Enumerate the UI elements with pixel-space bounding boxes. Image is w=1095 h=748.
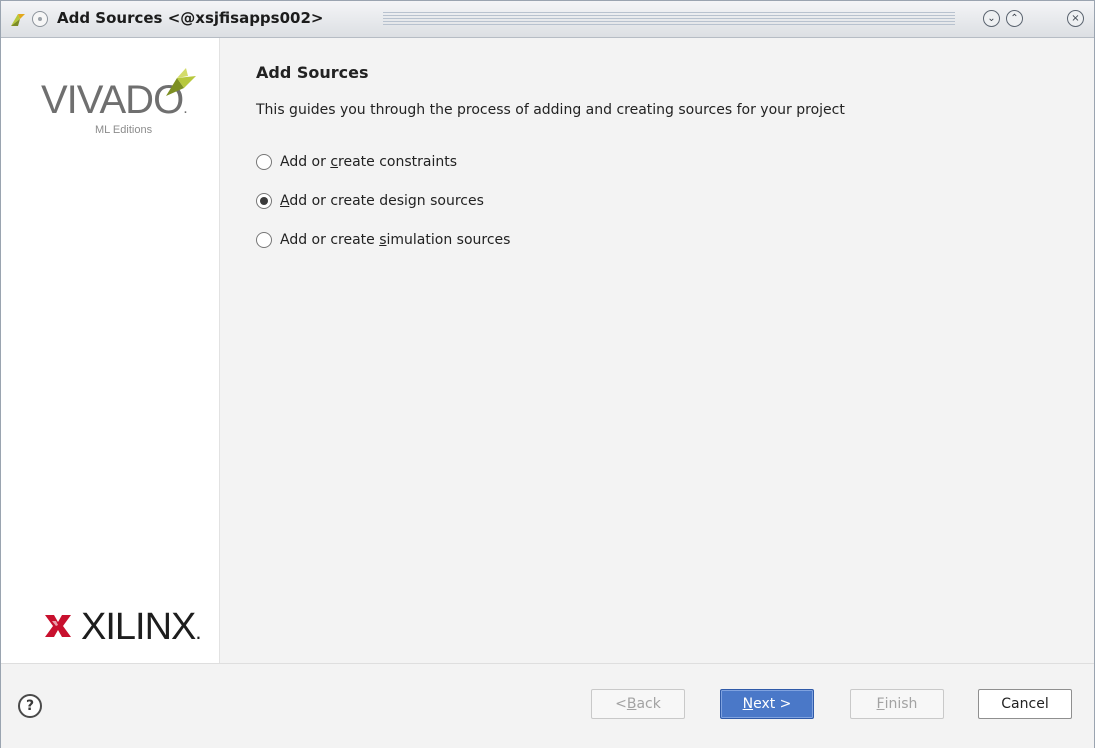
next-button[interactable]: Next > — [720, 689, 814, 719]
vivado-app-icon — [11, 14, 25, 26]
back-button[interactable]: < Back — [591, 689, 685, 719]
vivado-edition-text: ML Editions — [95, 124, 153, 136]
window-title: Add Sources <@xsjfisapps002> — [57, 9, 324, 27]
xilinx-logo-icon — [45, 615, 71, 637]
radio-add-design-sources[interactable]: Add or create design sources — [256, 190, 484, 212]
cancel-button[interactable]: Cancel — [978, 689, 1072, 719]
wizard-content: Add Sources This guides you through the … — [220, 38, 1094, 663]
finish-button[interactable]: Finish — [850, 689, 944, 719]
page-title: Add Sources — [256, 63, 369, 82]
xilinx-logo-text: XILINX. — [81, 606, 202, 648]
help-icon[interactable]: ? — [18, 694, 42, 718]
title-bar-grip — [383, 12, 955, 25]
minimize-icon[interactable]: ⌄ — [983, 10, 1000, 27]
radio-button-icon[interactable] — [256, 232, 272, 248]
radio-button-icon[interactable] — [256, 154, 272, 170]
add-sources-dialog: Add Sources <@xsjfisapps002> ⌄ ⌃ × VIVAD… — [0, 0, 1095, 748]
radio-add-constraints[interactable]: Add or create constraints — [256, 151, 457, 173]
window-menu-icon[interactable] — [32, 11, 48, 27]
radio-label: Add or create design sources — [280, 193, 484, 209]
page-description: This guides you through the process of a… — [256, 102, 845, 118]
radio-button-selected-icon[interactable] — [256, 193, 272, 209]
radio-add-simulation-sources[interactable]: Add or create simulation sources — [256, 229, 510, 251]
branding-sidebar: VIVADO. ML Editions XILINX. — [1, 38, 220, 663]
close-icon[interactable]: × — [1067, 10, 1084, 27]
title-bar[interactable]: Add Sources <@xsjfisapps002> ⌄ ⌃ × — [1, 1, 1094, 38]
radio-label: Add or create simulation sources — [280, 232, 511, 248]
maximize-icon[interactable]: ⌃ — [1006, 10, 1023, 27]
button-bar: ? < Back Next > Finish Cancel — [1, 663, 1094, 748]
radio-label: Add or create constraints — [280, 154, 458, 170]
vivado-leaf-icon — [166, 68, 196, 96]
